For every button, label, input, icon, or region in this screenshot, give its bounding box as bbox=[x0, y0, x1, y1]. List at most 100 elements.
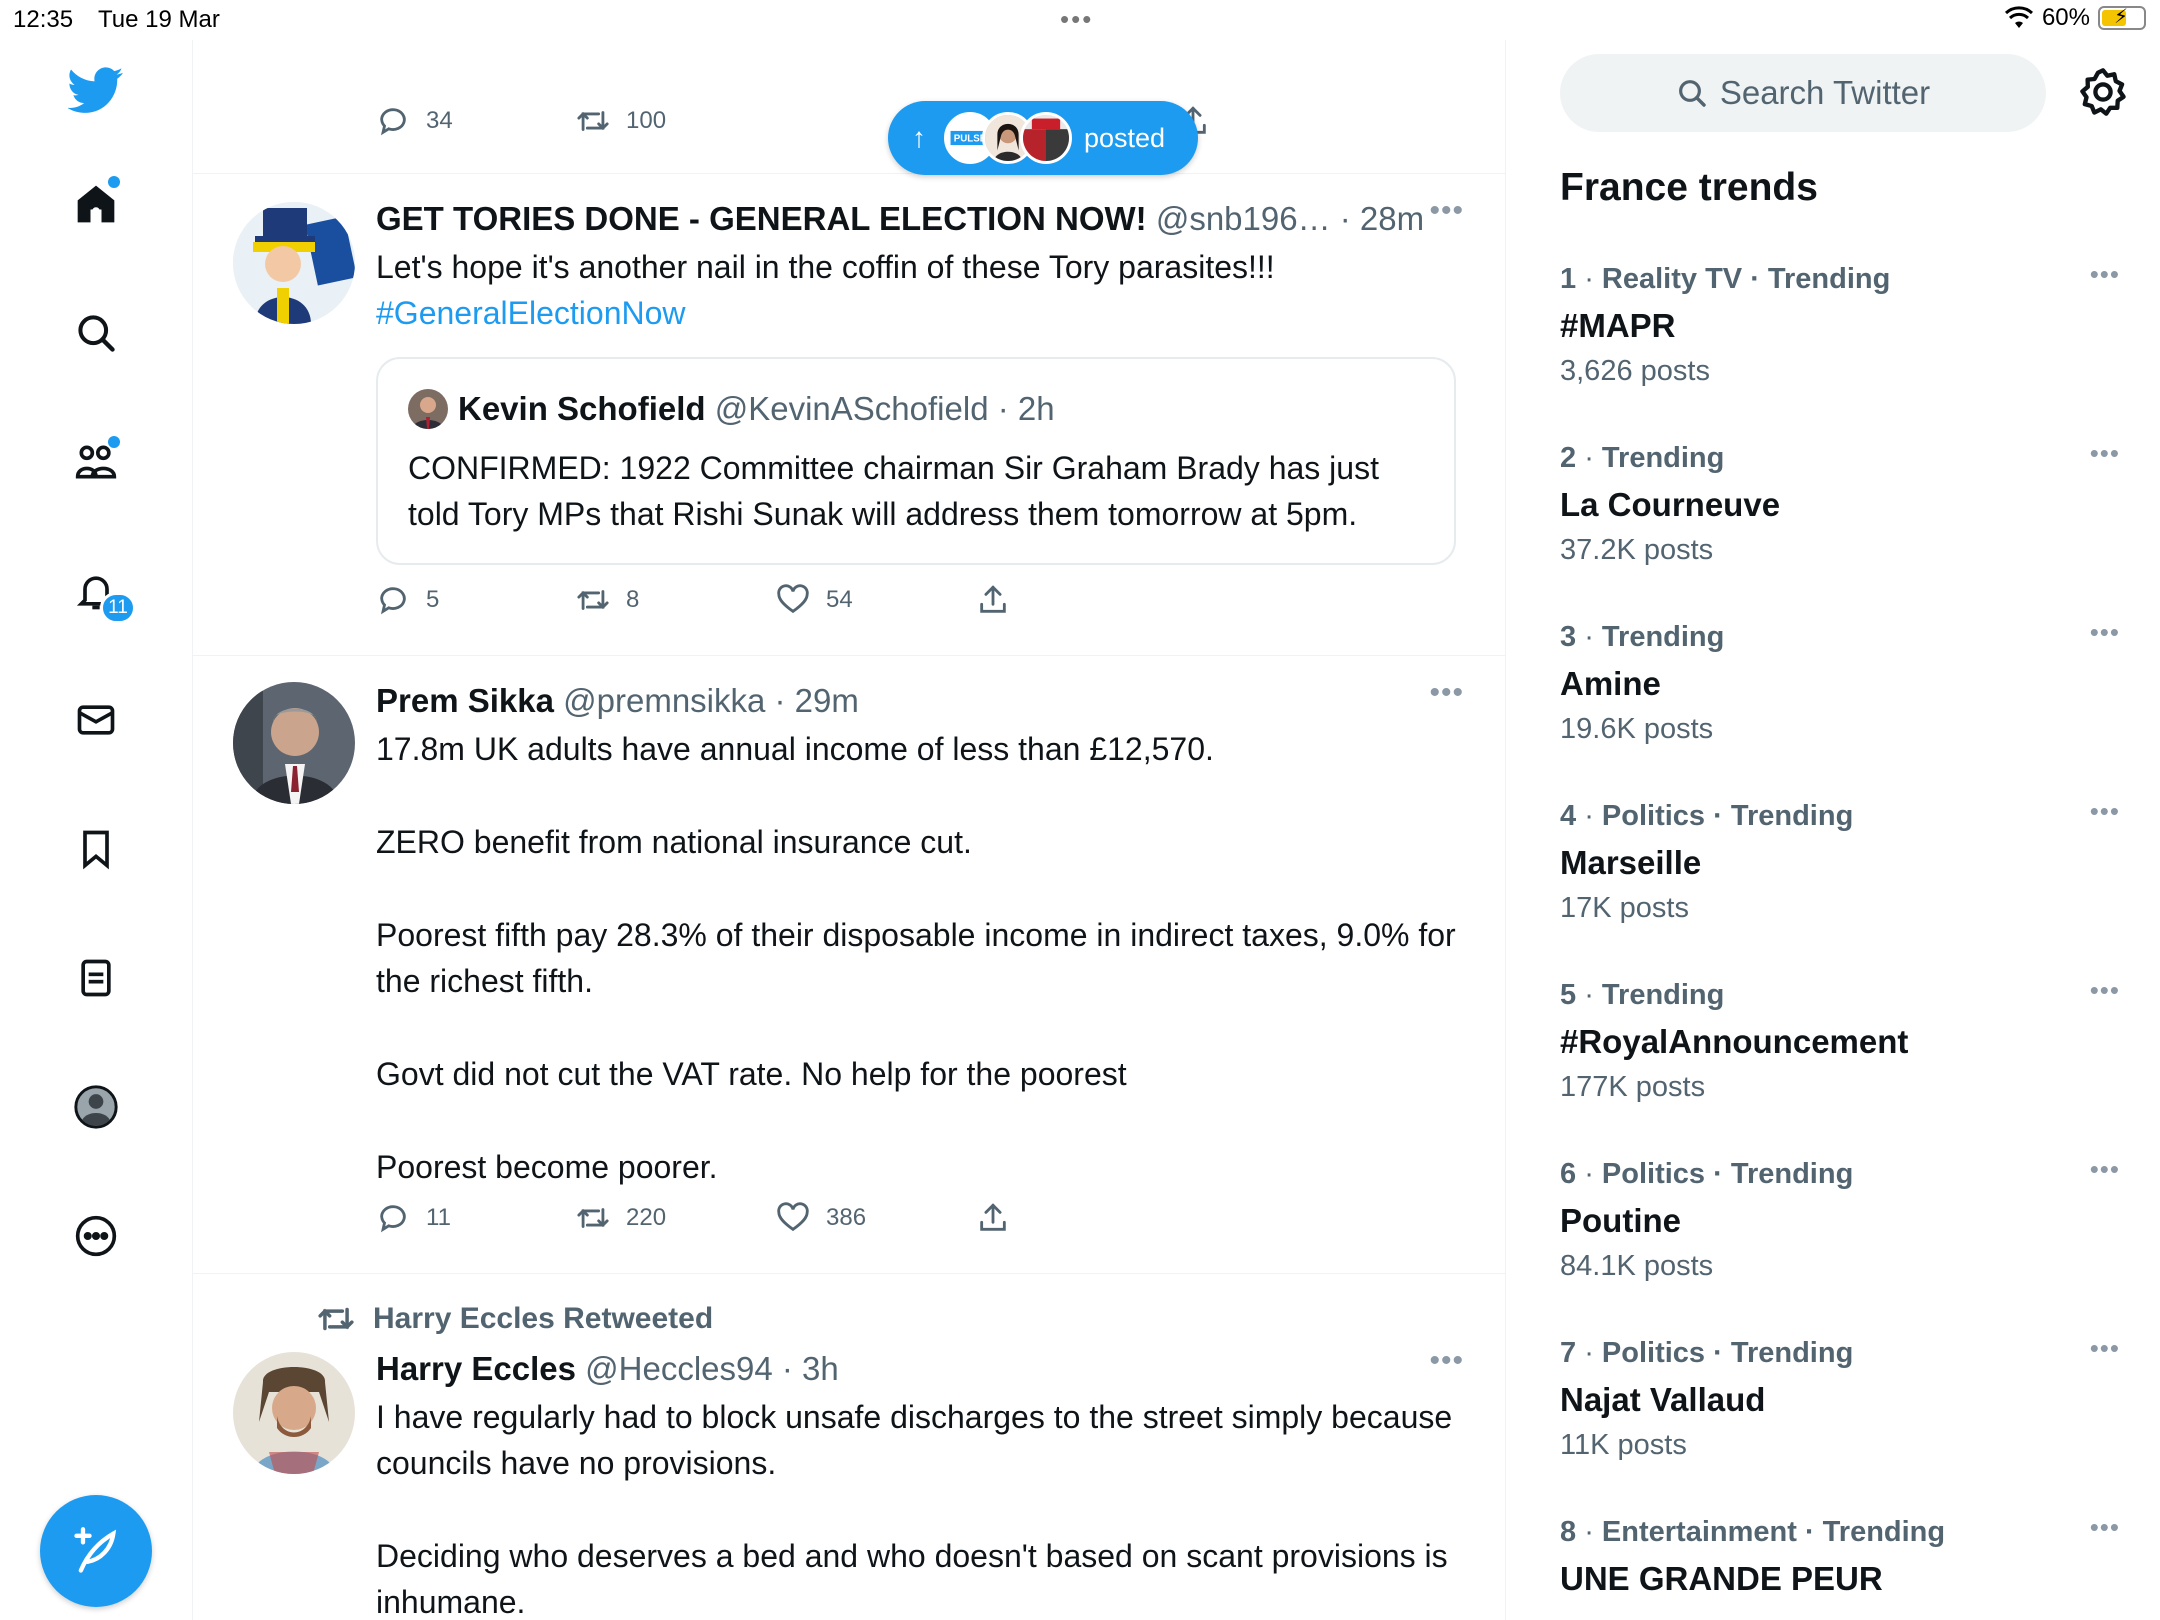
like-count: 54 bbox=[826, 586, 853, 613]
search-input[interactable]: Search Twitter bbox=[1560, 54, 2046, 132]
hashtag-link[interactable]: #GeneralElectionNow bbox=[376, 290, 1456, 336]
trend-category: 8 · Entertainment · Trending bbox=[1560, 1516, 1946, 1548]
poster-avatar bbox=[1020, 112, 1072, 164]
trend-more-icon[interactable]: ••• bbox=[2090, 1154, 2120, 1185]
like-count: 386 bbox=[826, 1204, 867, 1231]
trend-item[interactable]: 5 · Trending #RoyalAnnouncement 177K posts… bbox=[1560, 975, 2120, 1139]
author-name[interactable]: Harry Eccles bbox=[376, 1350, 576, 1387]
quoted-tweet[interactable]: Kevin Schofield @KevinASchofield · 2h CO… bbox=[376, 357, 1456, 565]
share-button[interactable] bbox=[976, 583, 1010, 617]
trend-category: 2 · Trending bbox=[1560, 442, 1725, 474]
battery-percent: 60% bbox=[2041, 4, 2090, 31]
reply-count: 5 bbox=[426, 586, 440, 613]
multitasking-dots-icon[interactable]: ••• bbox=[1060, 4, 1093, 35]
home-unread-dot bbox=[108, 176, 120, 188]
trend-more-icon[interactable]: ••• bbox=[2090, 259, 2120, 290]
share-icon bbox=[980, 585, 1006, 613]
trend-item[interactable]: 8 · Entertainment · Trending UNE GRANDE P… bbox=[1560, 1512, 2120, 1620]
tweet-paragraph: Poorest fifth pay 28.3% of their disposa… bbox=[376, 917, 1456, 999]
compose-tweet-button[interactable] bbox=[40, 1495, 152, 1607]
left-navigation: 11 bbox=[0, 40, 193, 1620]
twitter-logo-icon[interactable] bbox=[56, 50, 136, 130]
share-button[interactable] bbox=[976, 1201, 1010, 1235]
trend-post-count: 19.6K posts bbox=[1560, 713, 1714, 745]
new-posts-pill[interactable]: ↑ PULSE posted bbox=[888, 101, 1198, 175]
trend-item[interactable]: 4 · Politics · Trending Marseille 17K post… bbox=[1560, 796, 2120, 960]
retweet-icon bbox=[577, 1208, 609, 1228]
trend-item[interactable]: 7 · Politics · Trending Najat Vallaud 11K … bbox=[1560, 1333, 2120, 1497]
retweet-button[interactable]: 8 bbox=[576, 583, 639, 617]
tweet-paragraph: ZERO benefit from national insurance cut… bbox=[376, 824, 972, 860]
author-handle-time[interactable]: @premnsikka · 29m bbox=[554, 682, 859, 719]
retweet-count: 8 bbox=[626, 586, 640, 613]
tweet-text: Let's hope it's another nail in the coff… bbox=[376, 244, 1456, 336]
trend-item[interactable]: 3 · Trending Amine 19.6K posts ••• bbox=[1560, 617, 2120, 781]
share-icon bbox=[980, 1203, 1006, 1231]
trend-more-icon[interactable]: ••• bbox=[2090, 1333, 2120, 1364]
retweet-button[interactable]: 220 bbox=[576, 1201, 666, 1235]
tweet-more-icon[interactable]: ••• bbox=[1429, 1344, 1464, 1378]
trend-rank: 2 bbox=[1560, 442, 1577, 474]
reply-icon bbox=[380, 108, 406, 136]
trend-item[interactable]: 2 · Trending La Courneuve 37.2K posts ••• bbox=[1560, 438, 2120, 602]
tweet-header: Harry Eccles @Heccles94 · 3h bbox=[376, 1350, 839, 1388]
quote-header: Kevin Schofield @KevinASchofield · 2h bbox=[408, 389, 1055, 429]
tweet-more-icon[interactable]: ••• bbox=[1429, 194, 1464, 228]
settings-gear-icon[interactable] bbox=[2077, 66, 2129, 118]
tweet-card[interactable]: GET TORIES DONE - GENERAL ELECTION NOW! … bbox=[193, 174, 1505, 656]
reply-button[interactable]: 34 bbox=[376, 104, 453, 138]
trend-post-count: 17K posts bbox=[1560, 892, 1689, 924]
like-button[interactable]: 386 bbox=[776, 1201, 866, 1235]
avatar[interactable] bbox=[233, 202, 355, 324]
trend-more-icon[interactable]: ••• bbox=[2090, 438, 2120, 469]
tweet-card[interactable]: Prem Sikka @premnsikka · 29m ••• 17.8m U… bbox=[193, 656, 1505, 1274]
trend-rank: 4 bbox=[1560, 800, 1577, 832]
trend-item[interactable]: 1 · Reality TV · Trending #MAPR 3,626 post… bbox=[1560, 259, 2120, 423]
trend-category: 7 · Politics · Trending bbox=[1560, 1337, 1854, 1369]
trend-rank: 5 bbox=[1560, 979, 1577, 1011]
tweet-card[interactable]: 34 100 bbox=[193, 40, 1505, 174]
reply-button[interactable]: 5 bbox=[376, 583, 439, 617]
profile-icon[interactable] bbox=[56, 1067, 136, 1147]
tweet-paragraph: Deciding who deserves a bed and who does… bbox=[376, 1538, 1448, 1620]
author-handle-time[interactable]: @Heccles94 · 3h bbox=[576, 1350, 839, 1387]
trend-more-icon[interactable]: ••• bbox=[2090, 975, 2120, 1006]
battery-icon: ⚡ bbox=[2098, 6, 2146, 30]
messages-icon[interactable] bbox=[56, 680, 136, 760]
tweet-card[interactable]: Harry Eccles Retweeted Harry Eccles @Hec… bbox=[193, 1274, 1505, 1620]
trend-item[interactable]: 6 · Politics · Trending Poutine 84.1K post… bbox=[1560, 1154, 2120, 1318]
tweet-paragraph: Govt did not cut the VAT rate. No help f… bbox=[376, 1056, 1127, 1092]
trend-post-count: 84.1K posts bbox=[1560, 1250, 1714, 1282]
like-button[interactable]: 54 bbox=[776, 583, 853, 617]
trend-more-icon[interactable]: ••• bbox=[2090, 1512, 2120, 1543]
retweet-button[interactable]: 100 bbox=[576, 104, 666, 138]
lists-icon[interactable] bbox=[56, 938, 136, 1018]
search-placeholder: Search Twitter bbox=[1719, 74, 1931, 111]
bookmarks-icon[interactable] bbox=[56, 809, 136, 889]
home-icon[interactable] bbox=[56, 164, 136, 244]
search-icon bbox=[1678, 80, 1706, 107]
trend-more-icon[interactable]: ••• bbox=[2090, 617, 2120, 648]
trend-rank: 7 bbox=[1560, 1337, 1577, 1369]
avatar[interactable] bbox=[233, 682, 355, 804]
trend-category-label: Politics · Trending bbox=[1601, 1337, 1854, 1369]
trend-name: Marseille bbox=[1560, 844, 1702, 881]
author-name[interactable]: Prem Sikka bbox=[376, 682, 554, 719]
search-icon[interactable] bbox=[56, 293, 136, 373]
reply-button[interactable]: 11 bbox=[376, 1201, 451, 1235]
author-name[interactable]: GET TORIES DONE - GENERAL ELECTION NOW! bbox=[376, 200, 1147, 237]
trend-category: 4 · Politics · Trending bbox=[1560, 800, 1854, 832]
trend-more-icon[interactable]: ••• bbox=[2090, 796, 2120, 827]
avatar[interactable] bbox=[233, 1352, 355, 1474]
reply-icon bbox=[380, 587, 406, 615]
quote-author-handle-time: @KevinASchofield · 2h bbox=[705, 390, 1055, 427]
retweeted-by-label[interactable]: Harry Eccles Retweeted bbox=[373, 1302, 713, 1336]
trend-name: La Courneuve bbox=[1560, 486, 1781, 523]
more-icon[interactable] bbox=[56, 1196, 136, 1276]
communities-icon[interactable] bbox=[56, 422, 136, 502]
reply-count: 11 bbox=[426, 1204, 451, 1231]
retweet-icon bbox=[318, 1307, 354, 1331]
author-handle-time[interactable]: @snb196… · 28m bbox=[1147, 200, 1424, 237]
tweet-more-icon[interactable]: ••• bbox=[1429, 676, 1464, 710]
status-time: 12:35 bbox=[13, 6, 74, 33]
